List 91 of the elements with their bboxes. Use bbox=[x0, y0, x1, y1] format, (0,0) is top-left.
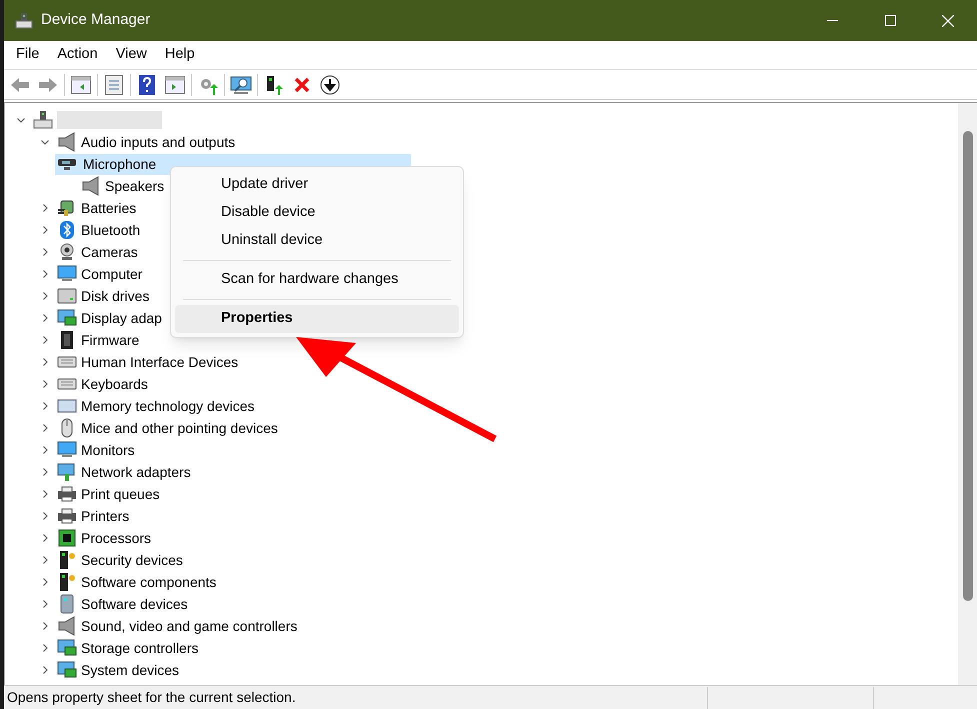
tree-item[interactable]: Keyboards bbox=[79, 374, 150, 394]
tree-item[interactable]: Print queues bbox=[79, 484, 162, 504]
window-panes-icon bbox=[165, 76, 185, 94]
network-monitor-icon bbox=[57, 462, 77, 482]
computer-node-icon bbox=[33, 110, 53, 130]
chevron-right-icon[interactable] bbox=[42, 446, 48, 454]
tree-item[interactable]: Storage controllers bbox=[79, 638, 201, 658]
window-panes-icon bbox=[71, 76, 91, 94]
chevron-right-icon[interactable] bbox=[42, 380, 48, 388]
document-list-icon bbox=[105, 74, 123, 94]
tree-item[interactable]: Memory technology devices bbox=[79, 396, 257, 416]
menu-item[interactable]: View bbox=[108, 43, 155, 67]
menu-item[interactable]: Action bbox=[49, 43, 106, 67]
tree-item[interactable]: Monitors bbox=[79, 440, 137, 460]
chevron-right-icon[interactable] bbox=[42, 358, 48, 366]
chevron-right-icon[interactable] bbox=[42, 666, 48, 674]
tree-item[interactable]: Batteries bbox=[79, 198, 138, 218]
chevron-down-icon[interactable] bbox=[17, 118, 25, 122]
device-manager-icon bbox=[15, 12, 33, 30]
context-menu-item[interactable]: Disable device bbox=[175, 199, 459, 227]
chevron-right-icon[interactable] bbox=[42, 622, 48, 630]
chevron-right-icon[interactable] bbox=[42, 600, 48, 608]
tree-item[interactable]: Audio inputs and outputs bbox=[79, 132, 238, 152]
printer-icon bbox=[57, 484, 77, 504]
tree-item[interactable]: Mice and other pointing devices bbox=[79, 418, 280, 438]
tree-item[interactable]: Computer bbox=[79, 264, 144, 284]
chevron-right-icon[interactable] bbox=[42, 556, 48, 564]
chevron-right-icon[interactable] bbox=[42, 578, 48, 586]
maximize-icon bbox=[884, 15, 896, 26]
chevron-right-icon[interactable] bbox=[42, 512, 48, 520]
device-tower-icon bbox=[57, 550, 77, 570]
chevron-right-icon[interactable] bbox=[42, 292, 48, 300]
printer-icon bbox=[57, 506, 77, 526]
tree-item[interactable]: Printers bbox=[79, 506, 132, 526]
chevron-right-icon[interactable] bbox=[42, 336, 48, 344]
speaker-icon bbox=[57, 616, 77, 636]
properties-button[interactable] bbox=[102, 72, 126, 96]
chevron-right-icon[interactable] bbox=[42, 644, 48, 652]
display-board-icon bbox=[57, 660, 77, 680]
left-arrow-icon bbox=[10, 76, 30, 92]
device-tower-icon bbox=[57, 572, 77, 592]
tree-item[interactable]: System devices bbox=[79, 660, 182, 680]
menu-item[interactable]: File bbox=[8, 43, 48, 67]
close-icon bbox=[942, 14, 954, 26]
tree-item[interactable]: Software components bbox=[79, 572, 218, 592]
monitor-search-icon bbox=[230, 74, 252, 94]
right-arrow-icon bbox=[38, 76, 58, 92]
tree-item[interactable]: Display adap bbox=[79, 308, 164, 328]
chevron-right-icon[interactable] bbox=[42, 226, 48, 234]
chevron-right-icon[interactable] bbox=[42, 402, 48, 410]
monitor-icon bbox=[57, 264, 77, 284]
context-menu-item[interactable]: Properties bbox=[175, 305, 459, 333]
disk-drive-icon bbox=[57, 286, 77, 306]
help-icon bbox=[139, 74, 155, 94]
status-text: Opens property sheet for the current selection. bbox=[7, 688, 297, 707]
scrollbar-thumb[interactable] bbox=[962, 131, 972, 601]
processor-icon bbox=[57, 528, 77, 548]
context-menu-item[interactable]: Uninstall device bbox=[175, 227, 459, 255]
tree-item[interactable]: Network adapters bbox=[79, 462, 193, 482]
monitor-icon bbox=[57, 440, 77, 460]
tree-item[interactable]: Security devices bbox=[79, 550, 185, 570]
window-title: Device Manager bbox=[41, 10, 150, 30]
chevron-right-icon[interactable] bbox=[42, 490, 48, 498]
chevron-right-icon[interactable] bbox=[42, 468, 48, 476]
display-board-icon bbox=[57, 308, 77, 328]
minimize-icon bbox=[826, 20, 838, 22]
tree-item[interactable]: Disk drives bbox=[79, 286, 152, 306]
download-button[interactable] bbox=[318, 72, 342, 96]
chevron-right-icon[interactable] bbox=[42, 424, 48, 432]
context-menu-item[interactable]: Scan for hardware changes bbox=[175, 266, 459, 294]
chevron-right-icon[interactable] bbox=[42, 314, 48, 322]
scrollbar[interactable] bbox=[958, 103, 977, 685]
tree-item[interactable]: Speakers bbox=[103, 176, 166, 196]
chevron-right-icon[interactable] bbox=[42, 270, 48, 278]
display-board-icon bbox=[57, 638, 77, 658]
chevron-down-icon[interactable] bbox=[41, 140, 49, 144]
menu-item[interactable]: Help bbox=[156, 43, 203, 67]
tree-item[interactable]: Software devices bbox=[79, 594, 190, 614]
tree-item[interactable]: Sound, video and game controllers bbox=[79, 616, 300, 636]
tree-item[interactable]: Firmware bbox=[79, 330, 142, 350]
tree-item[interactable]: Human Interface Devices bbox=[79, 352, 240, 372]
bluetooth-icon bbox=[57, 220, 77, 240]
chevron-right-icon[interactable] bbox=[42, 204, 48, 212]
chevron-right-icon[interactable] bbox=[42, 534, 48, 542]
device-up-arrow-icon bbox=[265, 74, 283, 94]
tree-item[interactable]: Cameras bbox=[79, 242, 140, 262]
cross-icon bbox=[294, 76, 310, 92]
tree-item[interactable]: Bluetooth bbox=[79, 220, 142, 240]
chevron-right-icon[interactable] bbox=[42, 248, 48, 256]
tree-item[interactable]: Processors bbox=[79, 528, 154, 548]
down-arrow-circle-icon bbox=[320, 74, 340, 94]
